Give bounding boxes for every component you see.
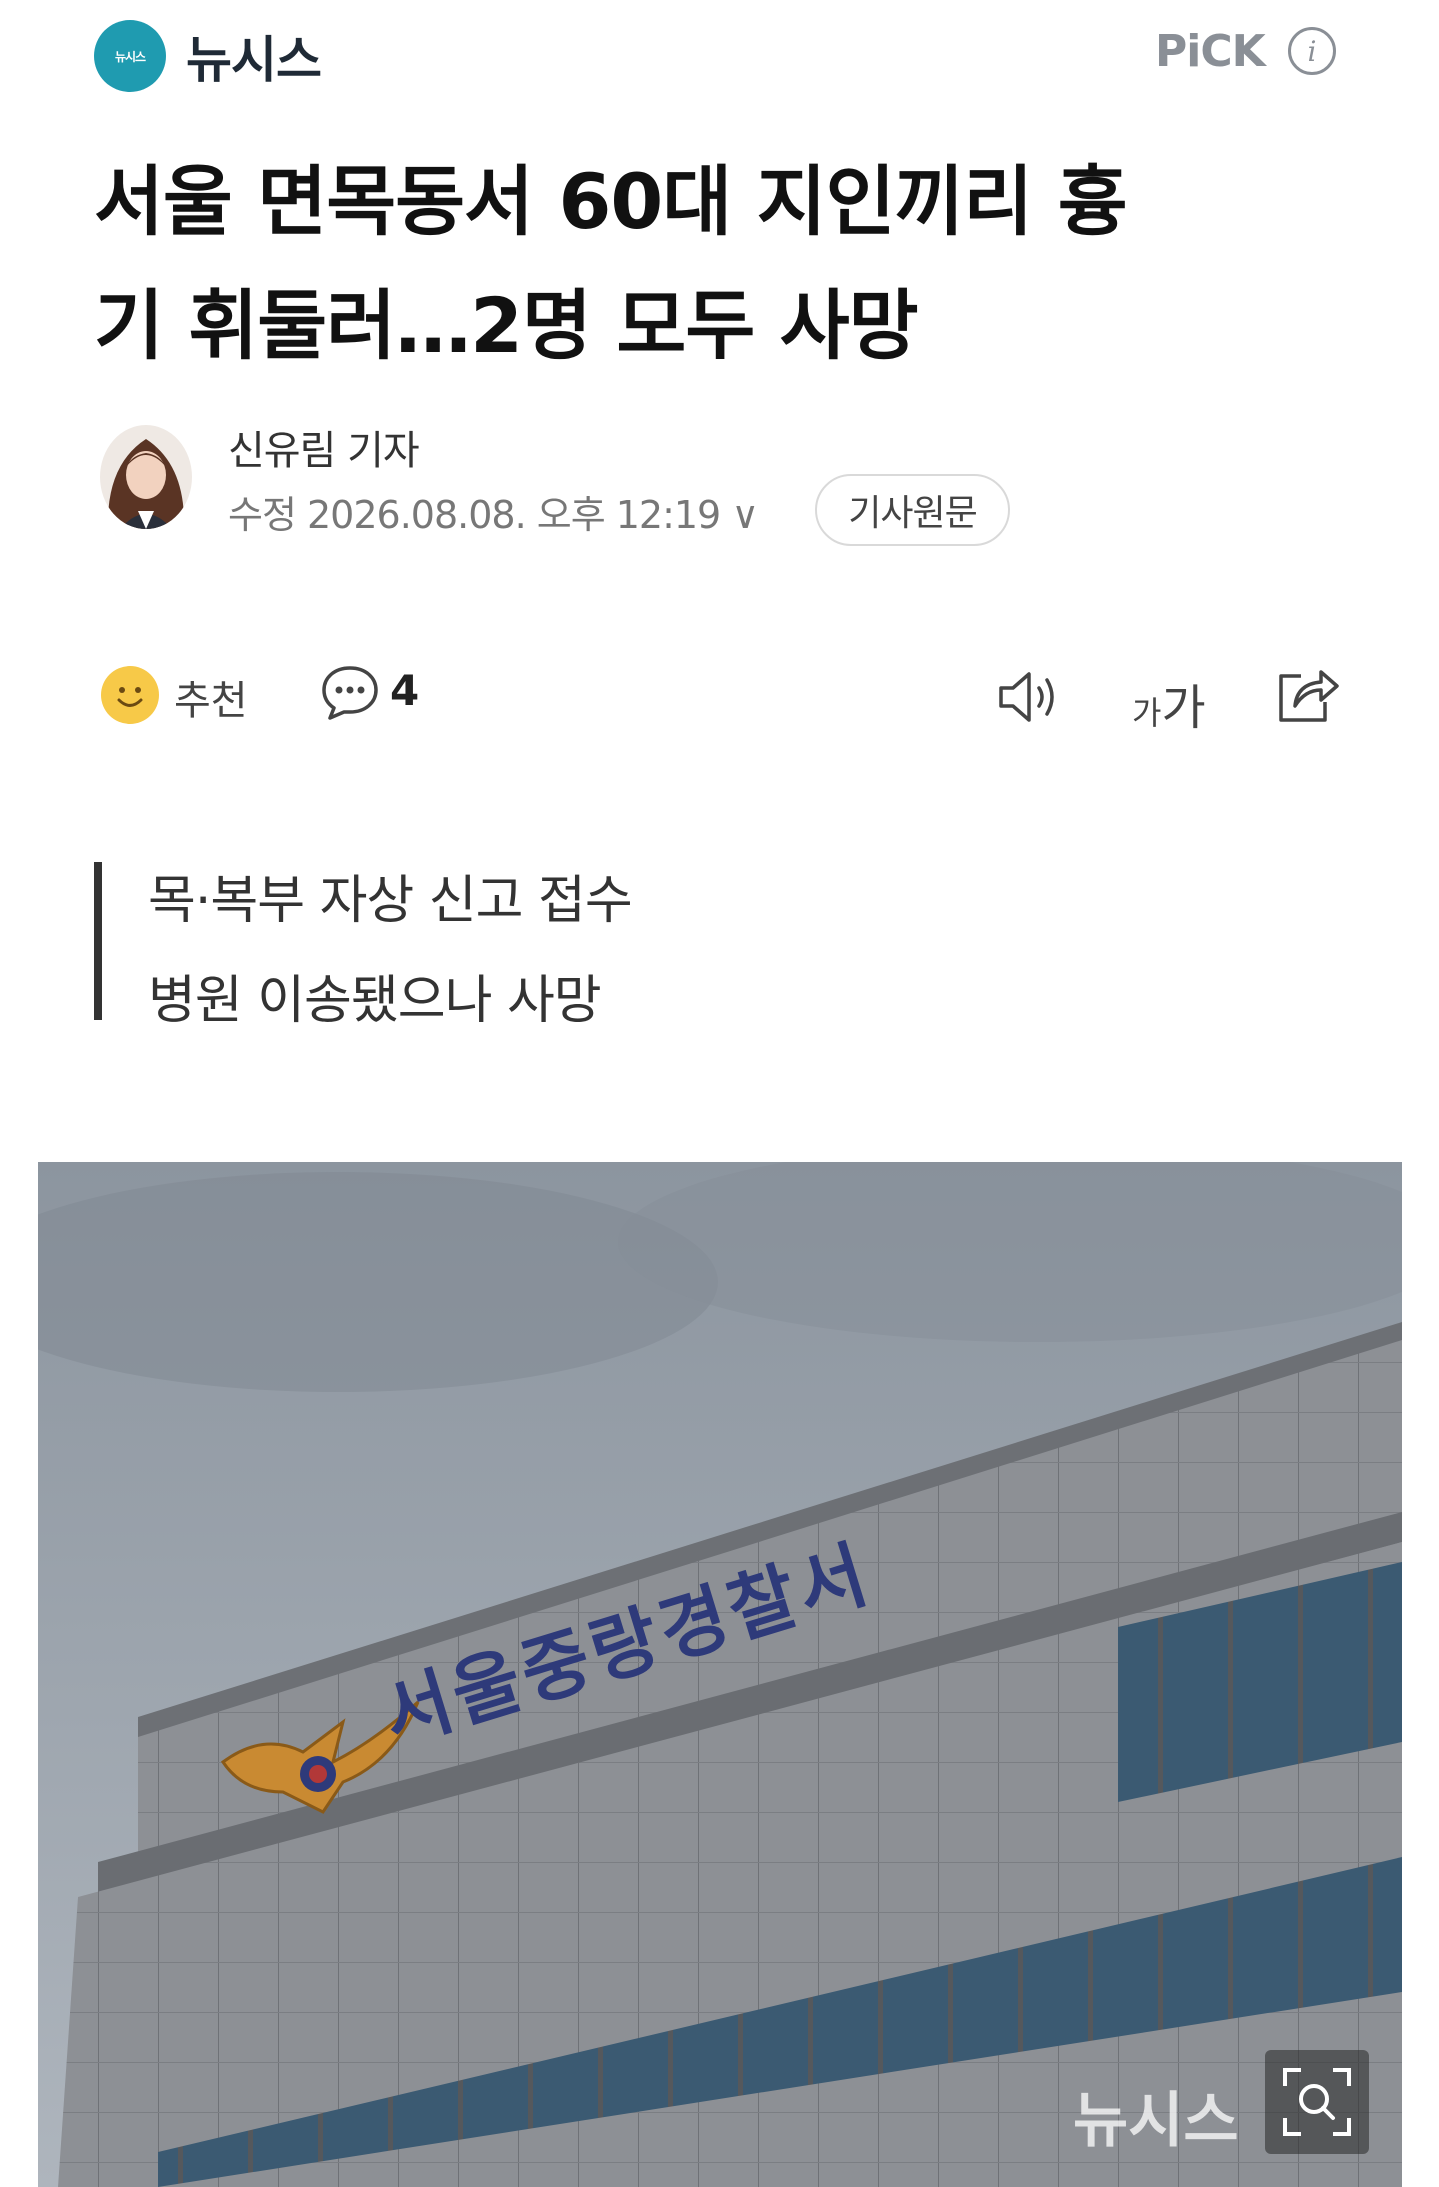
info-icon[interactable]: i	[1288, 27, 1336, 75]
article-headline: 서울 면목동서 60대 지인끼리 흉 기 휘둘러…2명 모두 사망	[94, 140, 1354, 388]
zoom-icon	[1283, 2068, 1351, 2136]
summary-line-1: 목·복부 자상 신고 접수	[148, 871, 633, 931]
headline-line-2: 기 휘둘러…2명 모두 사망	[94, 281, 919, 370]
summary-line-2: 병원 이송됐으나 사망	[148, 971, 602, 1031]
comment-icon[interactable]	[320, 662, 380, 722]
reporter-name[interactable]: 신유림 기자	[228, 418, 420, 476]
comment-count[interactable]: 4	[390, 666, 419, 715]
font-size-large: 가	[1161, 680, 1206, 736]
font-size-small: 가	[1132, 694, 1162, 732]
reporter-avatar[interactable]	[100, 425, 192, 529]
share-icon[interactable]	[1273, 662, 1341, 726]
photo-watermark: 뉴시스	[1073, 2086, 1239, 2156]
font-size-icon[interactable]: 가가	[1132, 668, 1206, 738]
brand-name[interactable]: 뉴시스	[186, 20, 322, 92]
recommend-button[interactable]: 추천	[174, 668, 248, 726]
pick-label: PiCK	[1155, 26, 1266, 77]
summary-bar	[94, 862, 102, 1020]
smile-icon[interactable]	[100, 665, 160, 725]
speaker-icon[interactable]	[995, 668, 1065, 726]
brand-logo[interactable]: 뉴시스	[94, 20, 166, 92]
original-article-button[interactable]: 기사원문	[815, 474, 1010, 546]
photo-zoom-button[interactable]	[1265, 2050, 1369, 2154]
article-photo[interactable]: 서울중랑경찰서 뉴시스	[38, 1162, 1402, 2187]
edit-timestamp[interactable]: 수정 2026.08.08. 오후 12:19 ∨	[228, 484, 759, 539]
headline-line-1: 서울 면목동서 60대 지인끼리 흉	[94, 157, 1128, 246]
